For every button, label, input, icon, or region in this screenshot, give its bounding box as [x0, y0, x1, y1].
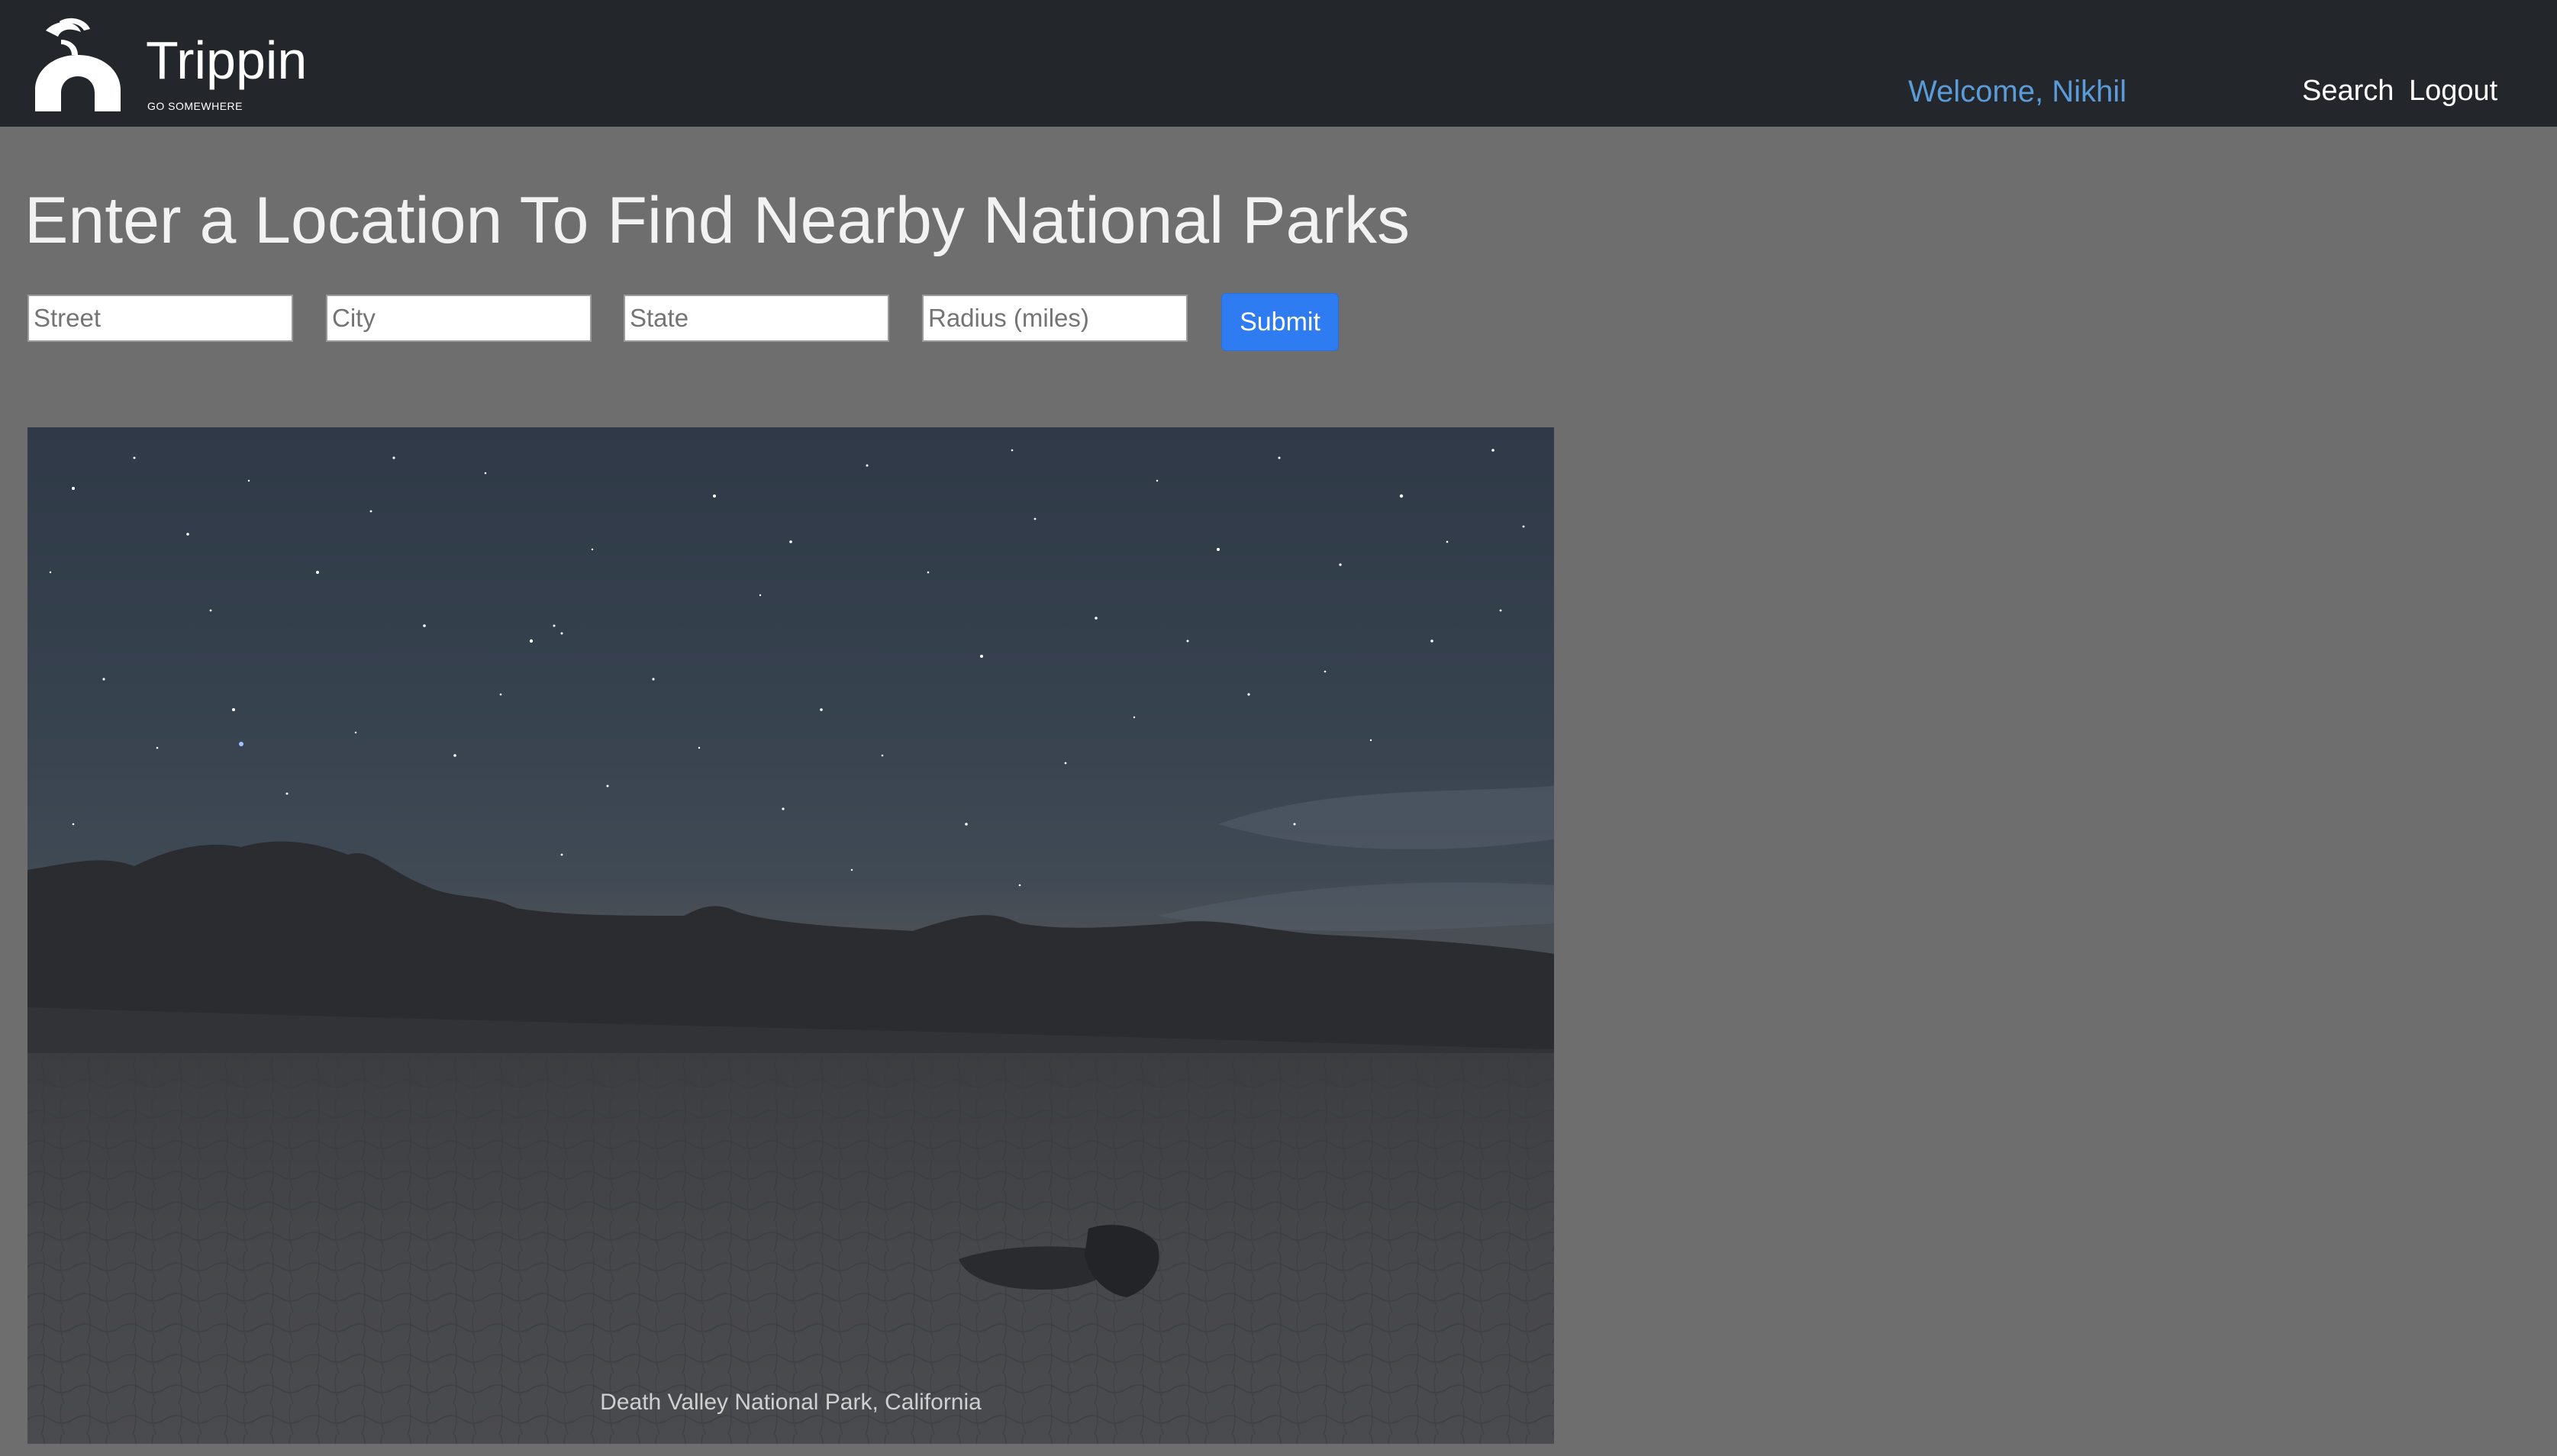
hero-caption: Death Valley National Park, California [600, 1390, 982, 1415]
street-input[interactable] [27, 295, 293, 342]
submit-button[interactable]: Submit [1221, 293, 1339, 351]
page-title: Enter a Location To Find Nearby National… [24, 184, 1410, 257]
brand-tagline: GO SOMEWHERE [147, 100, 243, 112]
nav-logout-link[interactable]: Logout [2409, 76, 2497, 105]
night-desert-photo [27, 427, 1554, 1444]
welcome-message: Welcome, Nikhil [1908, 75, 2127, 108]
hero-image: Death Valley National Park, California [27, 427, 1554, 1444]
road-logo-icon [35, 18, 121, 111]
city-input[interactable] [326, 295, 592, 342]
top-navbar: Trippin GO SOMEWHERE Welcome, Nikhil Sea… [0, 0, 2557, 127]
state-input[interactable] [624, 295, 889, 342]
radius-input[interactable] [922, 295, 1188, 342]
brand-name: Trippin [146, 31, 308, 90]
nav-search-link[interactable]: Search [2302, 76, 2394, 105]
brand[interactable]: Trippin GO SOMEWHERE [31, 17, 308, 116]
